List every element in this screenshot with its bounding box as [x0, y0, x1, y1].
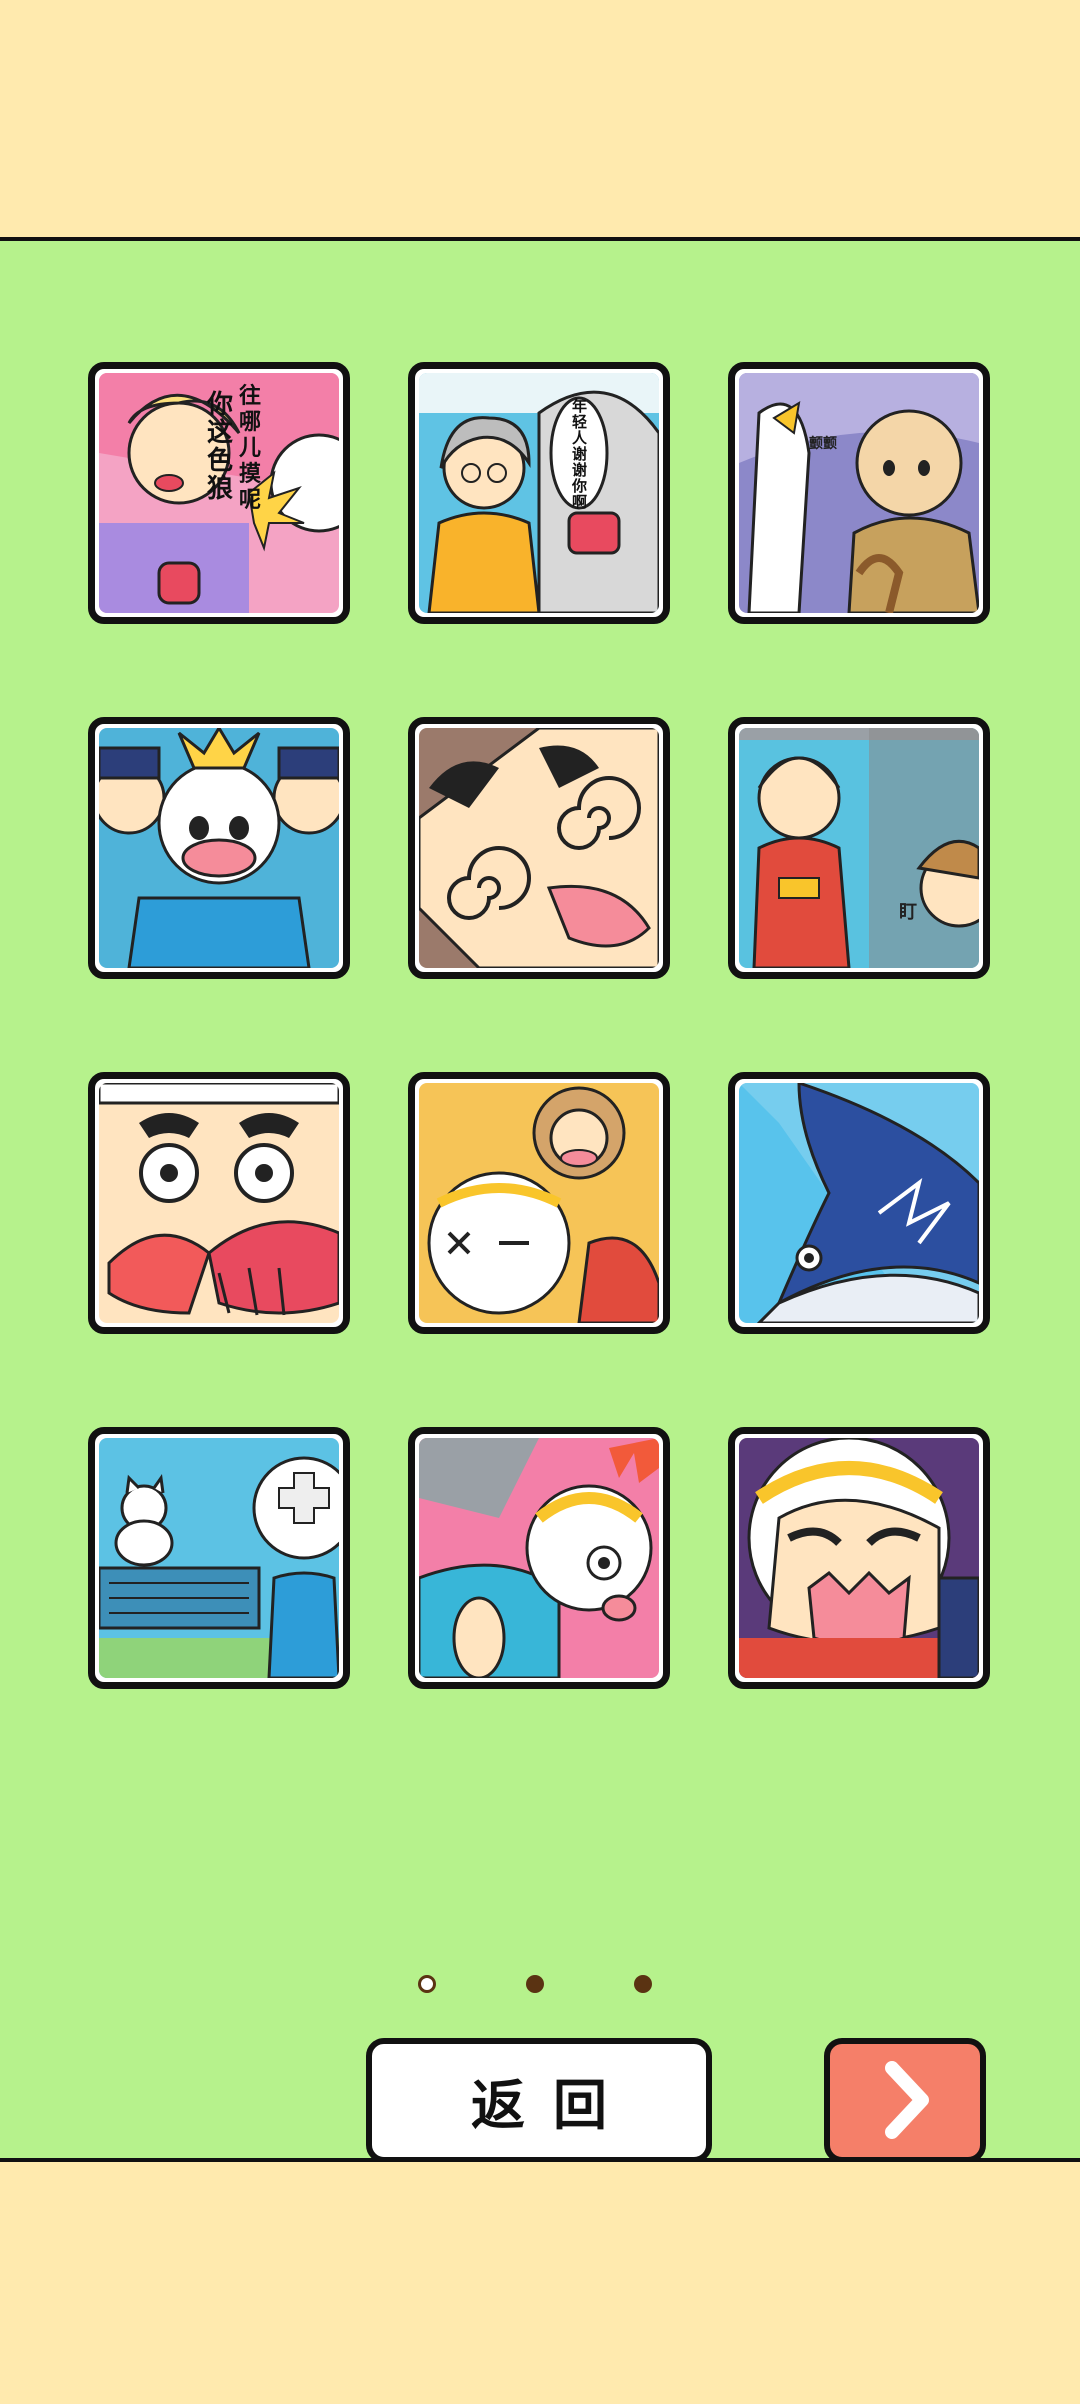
scene-11-thumbnail [419, 1438, 659, 1678]
chevron-right-icon [885, 2061, 929, 2139]
scene-4-thumbnail [99, 728, 339, 968]
level-tile-6[interactable]: 盯 [728, 717, 990, 979]
level-tile-8[interactable] [408, 1072, 670, 1334]
bubble-char: 这 [207, 417, 233, 448]
bubble-char: 颤颤 [809, 435, 837, 452]
level-select-panel: 往哪儿摸呢 你这色狼 年轻人谢谢你啊 颤颤 盯 返回 [0, 241, 1080, 2163]
level-tile-12[interactable] [728, 1427, 990, 1689]
level-tile-3[interactable]: 颤颤 [728, 362, 990, 624]
bubble-char: 哪 [239, 410, 261, 435]
scene-2-thumbnail: 年轻人谢谢你啊 [419, 373, 659, 613]
level-tile-7[interactable] [88, 1072, 350, 1334]
level-tile-1[interactable]: 往哪儿摸呢 你这色狼 [88, 362, 350, 624]
level-tile-10[interactable] [88, 1427, 350, 1689]
top-band [0, 0, 1080, 241]
next-page-button[interactable] [824, 2038, 986, 2163]
level-tile-9[interactable] [728, 1072, 990, 1334]
bubble-char: 你 [206, 390, 233, 420]
level-tile-2[interactable]: 年轻人谢谢你啊 [408, 362, 670, 624]
level-tile-4[interactable] [88, 717, 350, 979]
scene-12-thumbnail [739, 1438, 979, 1678]
bubble-char: 儿 [238, 436, 261, 461]
bubble-char: 色 [207, 445, 233, 476]
back-button-label: 返回 [471, 2074, 635, 2137]
page-dot-3[interactable] [634, 1975, 652, 1993]
scene-6-thumbnail: 盯 [739, 728, 979, 968]
bubble-char: 往 [239, 383, 261, 409]
scene-7-thumbnail [99, 1083, 339, 1323]
scene-1-thumbnail: 往哪儿摸呢 你这色狼 [99, 373, 339, 613]
scene-9-thumbnail [739, 1083, 979, 1323]
scene-8-thumbnail [419, 1083, 659, 1323]
scene-5-thumbnail [419, 728, 659, 968]
scene-6-bubble-text: 盯 [899, 902, 917, 923]
scene-10-thumbnail [99, 1438, 339, 1678]
bubble-char: 啊 [572, 493, 587, 511]
bubble-char: 呢 [239, 488, 261, 513]
page-dot-1[interactable] [418, 1975, 436, 1993]
back-button[interactable]: 返回 [366, 2038, 712, 2163]
level-tile-5[interactable] [408, 717, 670, 979]
level-tile-11[interactable] [408, 1427, 670, 1689]
level-grid: 往哪儿摸呢 你这色狼 年轻人谢谢你啊 颤颤 盯 [88, 362, 992, 1689]
bubble-char: 摸 [239, 462, 261, 487]
bottom-band [0, 2158, 1080, 2404]
scene-3-thumbnail: 颤颤 [739, 373, 979, 613]
bubble-char: 狼 [207, 473, 233, 504]
page-dot-2[interactable] [526, 1975, 544, 1993]
page-indicator [418, 1975, 668, 1997]
